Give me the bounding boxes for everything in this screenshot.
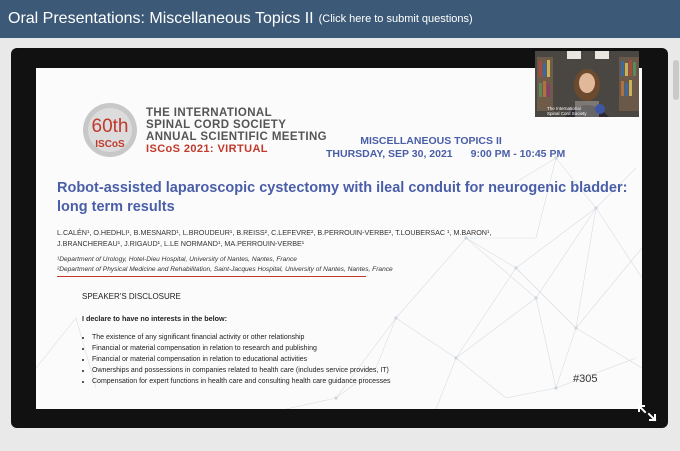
presentation-slide: 60th ISCoS THE INTERNATIONAL SPINAL CORD… [36, 68, 642, 409]
presentation-title: Robot-assisted laparoscopic cystectomy w… [57, 180, 628, 215]
list-item: Compensation for expert functions in hea… [92, 376, 390, 387]
scrollbar[interactable] [673, 60, 679, 100]
disclosure-heading: SPEAKER'S DISCLOSURE [82, 292, 181, 301]
abstract-number: #305 [573, 373, 598, 385]
list-item: Financial or material compensation in re… [92, 343, 390, 354]
session-name: MISCELLANEOUS TOPICS II [360, 135, 502, 147]
session-info: MISCELLANEOUS TOPICS II THURSDAY, SEP 30… [326, 135, 565, 161]
page-title: Oral Presentations: Miscellaneous Topics… [8, 10, 314, 27]
affiliations: ¹Department of Urology, Hotel-Dieu Hospi… [57, 256, 393, 273]
disclosure-list: The existence of any significant financi… [78, 332, 390, 387]
author-list: L.CALÉN¹, O.HEDHLI¹, B.MESNARD¹, L.BROUD… [57, 228, 492, 248]
webcam-caption: The International Spinal Cord Society [547, 106, 587, 116]
list-item: The existence of any significant financi… [92, 332, 390, 343]
declaration-text: I declare to have no interests in the be… [82, 314, 227, 323]
list-item: Ownerships and possessions in companies … [92, 365, 390, 376]
svg-text:60th: 60th [92, 116, 129, 137]
submit-questions-link[interactable]: (Click here to submit questions) [319, 13, 473, 25]
affiliation-underline [57, 276, 366, 277]
session-time: 9:00 PM - 10:45 PM [470, 148, 566, 160]
title-bar: Oral Presentations: Miscellaneous Topics… [0, 0, 680, 38]
svg-text:ISCoS: ISCoS [95, 139, 125, 150]
fullscreen-button[interactable] [636, 403, 658, 423]
iscos-60th-logo: 60th ISCoS [83, 103, 137, 157]
iscos-globe-icon [595, 104, 605, 114]
list-item: Financial or material compensation in re… [92, 354, 390, 365]
expand-icon [637, 404, 657, 422]
society-name: THE INTERNATIONAL SPINAL CORD SOCIETY AN… [146, 107, 328, 155]
session-date: THURSDAY, SEP 30, 2021 [326, 148, 453, 160]
